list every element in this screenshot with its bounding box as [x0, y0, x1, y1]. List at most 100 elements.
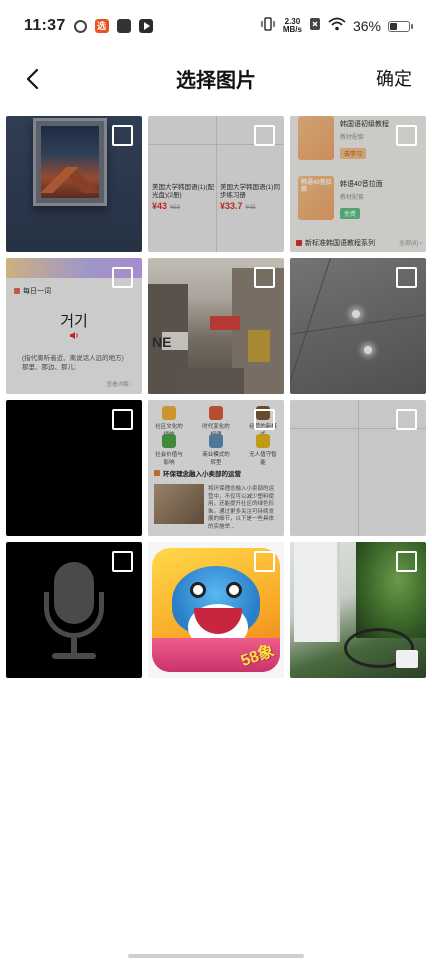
product-card: 美国大学韩国语(1)(配光盘)(2册) ¥43 ¥58 [152, 184, 216, 212]
play-icon [138, 19, 153, 33]
course-tag: 去学习 [340, 148, 367, 159]
light-reflection [364, 346, 372, 354]
status-time: 11:37 [24, 17, 66, 34]
feature-icon [162, 406, 176, 420]
sim-off-icon [309, 17, 321, 36]
series-icon [296, 240, 302, 246]
course-title: 韩语40音拉面 [340, 181, 383, 188]
photo-thumbnail-game-icon[interactable]: 58象 [148, 542, 284, 678]
product-price: ¥33.7 ¥45 [220, 202, 284, 212]
course-tag: 免费 [340, 208, 361, 219]
sync-icon [73, 19, 87, 33]
battery-fill [390, 22, 398, 30]
mail-icon [116, 19, 131, 33]
wifi-icon [328, 17, 346, 36]
word-more-link: 查看详解 › [106, 382, 132, 388]
home-indicator[interactable] [128, 954, 304, 958]
speaker-icon [6, 331, 142, 342]
course-title: 韩国语初级教程 [340, 121, 389, 128]
article-title: 环保理念融入小卖部的运营 [163, 471, 241, 478]
word-definition: (指代离听者近、离说话人远的地方)那里、那边、那儿; [22, 355, 124, 371]
series-all-link: 全部(8) › [399, 241, 422, 247]
photo-thumbnail-street[interactable]: NE [148, 258, 284, 394]
product-name: 美国大学韩国语(1)(配光盘)(2册) [152, 184, 215, 199]
series-label: 新标准韩国语教程系列 [296, 238, 375, 248]
photo-thumbnail-desk[interactable] [290, 542, 426, 678]
feature-label: 商业模式的转型 [202, 452, 230, 466]
course-subtitle: 教材配套 [340, 135, 365, 141]
page-header: 选择图片 确定 [0, 52, 432, 104]
word-card-header: 每日一词 [14, 286, 51, 296]
confirm-button[interactable]: 确定 [376, 65, 412, 91]
network-speed-unit: MB/s [282, 25, 302, 34]
photo-thumbnail-word-card[interactable]: 每日一词 거기 (指代离听者近、离说话人远的地方)那里、那边、那儿; 查看详解 … [6, 258, 142, 394]
select-checkbox[interactable] [396, 409, 417, 430]
divider [216, 116, 217, 252]
select-checkbox[interactable] [396, 267, 417, 288]
select-checkbox[interactable] [112, 267, 133, 288]
microphone-arc [44, 592, 104, 638]
monitor-edge [294, 542, 340, 642]
painting-mountain [41, 167, 99, 193]
series-title: 新标准韩国语教程系列 [305, 240, 375, 247]
photo-thumbnail-floor[interactable] [290, 258, 426, 394]
divider [358, 400, 359, 536]
product-price-value: ¥33.7 [220, 201, 243, 211]
product-card: 美国大学韩国语(1)同步练习册 ¥33.7 ¥45 [220, 184, 284, 212]
photo-thumbnail-black[interactable] [6, 400, 142, 536]
course-subtitle: 教材配套 [340, 195, 365, 201]
select-checkbox[interactable] [254, 551, 275, 572]
road [178, 368, 244, 394]
photo-thumbnail-blank-grid[interactable] [290, 400, 426, 536]
korean-word: 거기 [60, 313, 88, 330]
course-thumbnail: 韩语40音拉面 [298, 176, 334, 220]
microphone-stem [71, 638, 77, 654]
feature-label: 无人值守智能 [249, 452, 277, 466]
light-reflection [352, 310, 360, 318]
status-bar: 11:37 选 2.30 MB/s 36% [0, 0, 432, 52]
select-checkbox[interactable] [396, 125, 417, 146]
article-paragraph: 将环保理念融入小卖部的运营中，不仅可以减少塑料使用，还能提升社区的绿色形象。通过… [208, 486, 275, 530]
vibrate-icon [260, 16, 276, 36]
article-heading: 环保理念融入小卖部的运营 [154, 468, 241, 478]
chevron-left-icon [26, 68, 39, 90]
select-checkbox[interactable] [254, 409, 275, 430]
icon-row: 社会价值与影响 商业模式的转型 无人值守智能 [154, 434, 278, 466]
battery-percent: 36% [352, 18, 381, 34]
select-checkbox[interactable] [112, 125, 133, 146]
app-badge-icon: 选 [94, 19, 109, 33]
select-checkbox[interactable] [254, 267, 275, 288]
feature-icon [256, 434, 270, 448]
network-speed: 2.30 MB/s [283, 18, 302, 34]
microphone-base [52, 653, 96, 659]
word-card-heading: 每日一词 [23, 288, 51, 295]
floor-seam [290, 258, 331, 388]
photo-thumbnail-painting[interactable] [6, 116, 142, 252]
photo-thumbnail-article[interactable]: 社区文化的烦恼 时代变化的规律 经营的新模式 社会价值与影响 商业模式的转型 无… [148, 400, 284, 536]
feature-label: 社会价值与影响 [155, 452, 183, 466]
select-checkbox[interactable] [254, 125, 275, 146]
select-checkbox[interactable] [112, 551, 133, 572]
battery-icon [388, 20, 413, 32]
photo-grid: 美国大学韩国语(1)(配光盘)(2册) ¥43 ¥58 美国大学韩国语(1)同步练… [6, 116, 426, 678]
store-sign [210, 316, 240, 330]
photo-thumbnail-microphone[interactable] [6, 542, 142, 678]
feature-item: 无人值守智能 [248, 434, 278, 466]
select-checkbox[interactable] [112, 409, 133, 430]
photo-thumbnail-products[interactable]: 美国大学韩国语(1)(配光盘)(2册) ¥43 ¥58 美国大学韩国语(1)同步练… [148, 116, 284, 252]
product-name: 美国大学韩国语(1)同步练习册 [220, 184, 280, 199]
course-card: 韩语40音拉面 韩语40音拉面 教材配套 免费 [294, 176, 422, 220]
article-image [154, 484, 204, 524]
daily-word-icon [14, 288, 20, 294]
course-thumbnail-text: 韩语40音拉面 [301, 180, 332, 193]
select-checkbox[interactable] [396, 551, 417, 572]
status-left: 11:37 选 [24, 17, 153, 35]
shark-eye [190, 582, 206, 598]
photo-thumbnail-courses[interactable]: 韩国语初级教程 教材配套 去学习 韩语40音拉面 韩语40音拉面 教材配套 免费… [290, 116, 426, 252]
status-right: 2.30 MB/s 36% [260, 16, 413, 36]
feature-icon [162, 434, 176, 448]
back-button[interactable] [16, 62, 50, 96]
feature-icon [209, 434, 223, 448]
course-thumbnail [298, 116, 334, 160]
product-old-price: ¥45 [245, 205, 256, 211]
